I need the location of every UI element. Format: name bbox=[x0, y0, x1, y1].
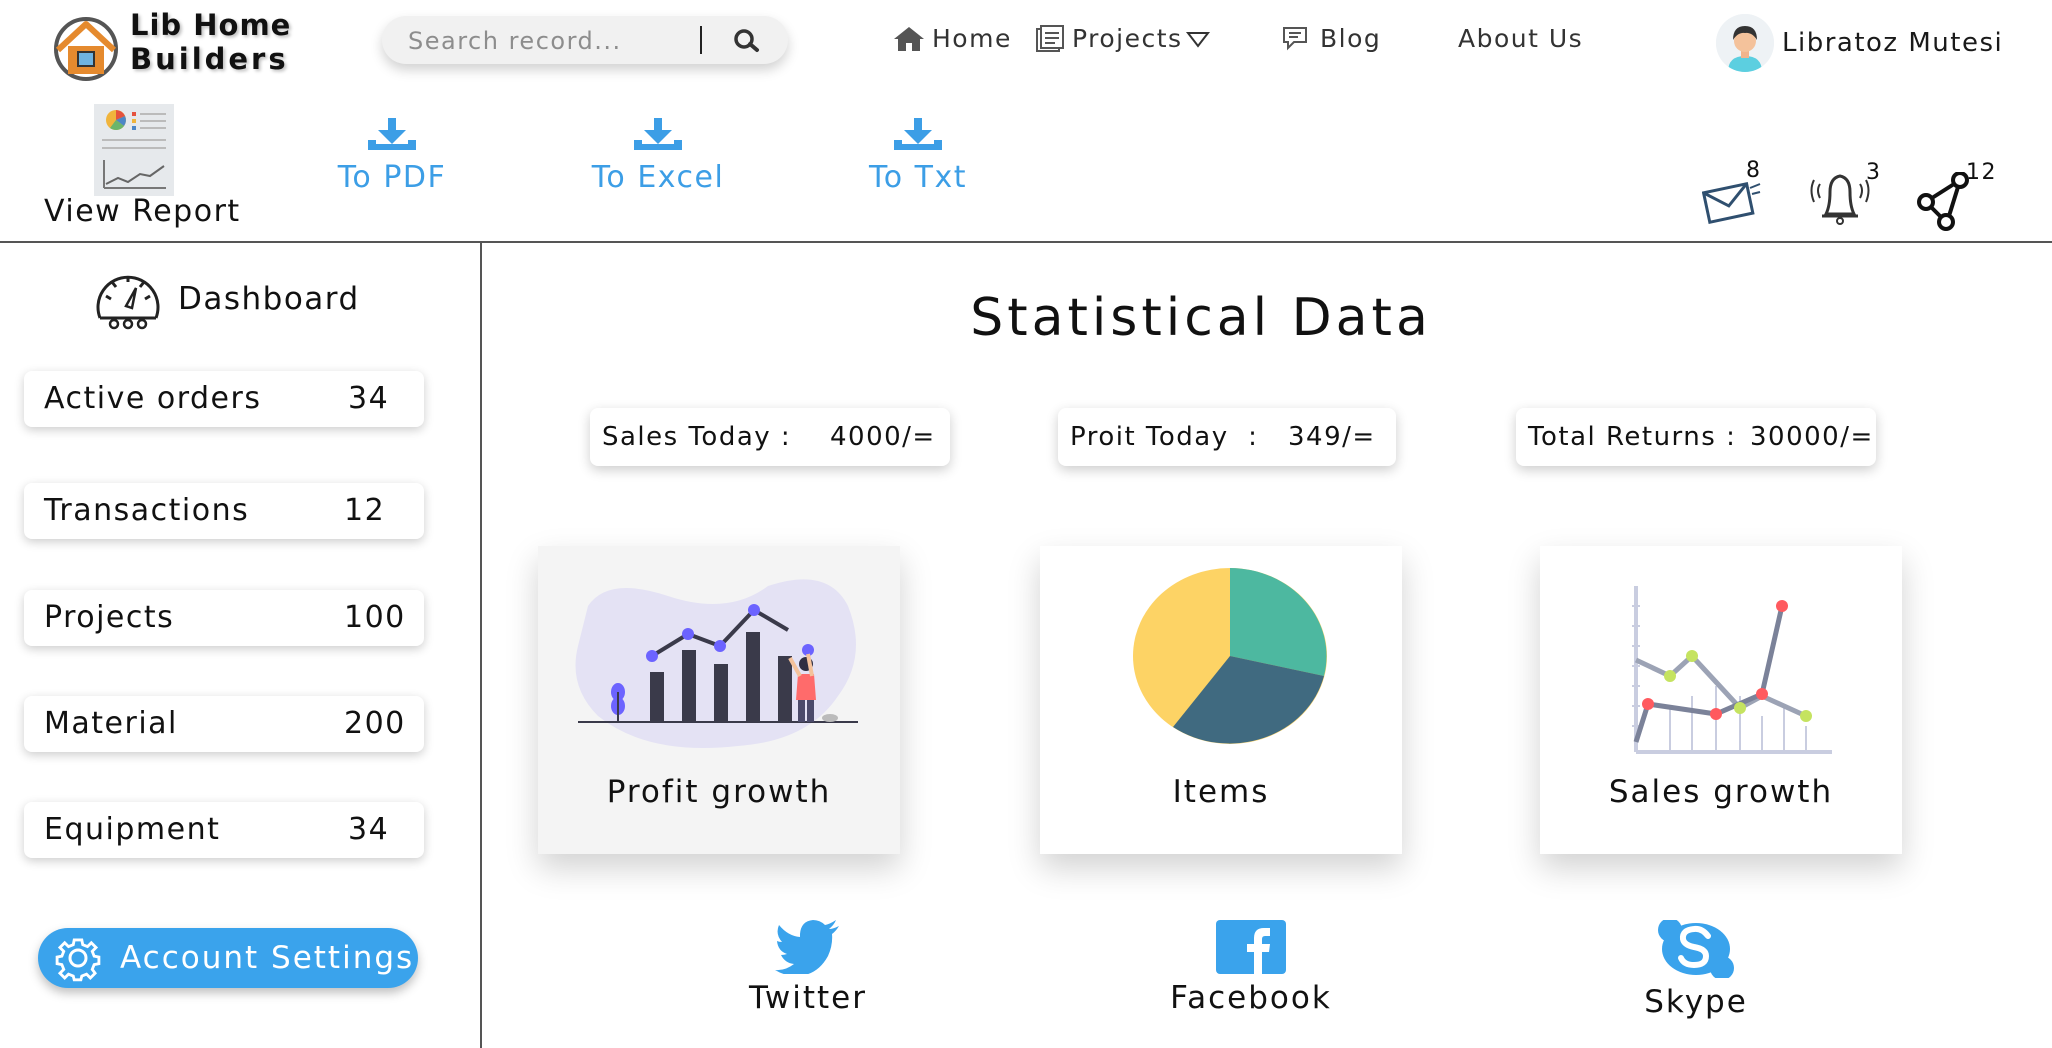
clipboard-icon bbox=[1036, 24, 1064, 52]
account-settings-label: Account Settings bbox=[120, 940, 415, 976]
brand-name-line1: Lib Home bbox=[130, 8, 292, 42]
line-chart-icon bbox=[1632, 586, 1832, 754]
stat-sales-today: Sales Today : 4000/= bbox=[590, 408, 950, 466]
search-button[interactable] bbox=[716, 24, 776, 56]
download-icon bbox=[634, 118, 682, 150]
user-name: Libratoz Mutesi bbox=[1782, 28, 2004, 58]
sidebar-item-transactions[interactable]: Transactions 12 bbox=[24, 483, 424, 539]
bell-count-badge: 3 bbox=[1866, 160, 1882, 185]
stat-value: 349/= bbox=[1288, 422, 1376, 452]
nav-about-label: About Us bbox=[1458, 24, 1584, 53]
mail-count-badge: 8 bbox=[1746, 158, 1762, 183]
speedometer-icon bbox=[96, 275, 160, 330]
sidebar-item-equipment[interactable]: Equipment 34 bbox=[24, 802, 424, 858]
export-txt-label: To Txt bbox=[869, 160, 967, 195]
export-excel-button[interactable]: To Excel bbox=[584, 118, 732, 195]
nav-projects-dropdown[interactable]: Projects bbox=[1034, 24, 1217, 53]
nav-about-link[interactable]: About Us bbox=[1458, 24, 1583, 53]
bell-icon bbox=[1810, 174, 1870, 225]
profit-growth-card[interactable]: Profit growth bbox=[538, 546, 900, 854]
chat-icon bbox=[1283, 26, 1307, 50]
sidebar-item-label: Material bbox=[44, 706, 178, 741]
user-avatar-icon bbox=[1716, 14, 1774, 72]
mail-notification-button[interactable]: 8 bbox=[1702, 158, 1762, 224]
facebook-label: Facebook bbox=[1170, 980, 1332, 1016]
sidebar-item-value: 100 bbox=[344, 600, 406, 635]
search-divider bbox=[700, 26, 702, 54]
report-icon bbox=[94, 104, 174, 196]
sales-growth-card[interactable]: Sales growth bbox=[1540, 546, 1902, 854]
sidebar-item-value: 200 bbox=[344, 706, 406, 741]
skype-icon bbox=[1658, 920, 1734, 978]
twitter-label: Twitter bbox=[749, 980, 867, 1016]
twitter-icon bbox=[775, 920, 839, 974]
view-report-label: View Report bbox=[44, 194, 241, 229]
export-excel-label: To Excel bbox=[591, 160, 725, 195]
twitter-link[interactable]: Twitter bbox=[740, 920, 876, 1016]
stat-total-returns: Total Returns : 30000/= bbox=[1516, 408, 1876, 466]
nav-projects-label: Projects bbox=[1072, 24, 1183, 53]
header-divider bbox=[0, 241, 2052, 243]
search-bar bbox=[382, 16, 788, 64]
stat-label: Total Returns : bbox=[1528, 422, 1737, 452]
skype-label: Skype bbox=[1644, 984, 1748, 1020]
view-report-button[interactable]: View Report bbox=[42, 104, 252, 234]
sidebar-item-label: Equipment bbox=[44, 812, 221, 847]
home-icon bbox=[894, 26, 924, 51]
house-logo-icon[interactable] bbox=[48, 12, 124, 82]
dashboard-heading[interactable]: Dashboard bbox=[92, 268, 360, 330]
sidebar-item-value: 34 bbox=[348, 812, 390, 847]
page-title: Statistical Data bbox=[970, 288, 1432, 348]
share-notification-button[interactable]: 12 bbox=[1916, 160, 1998, 232]
export-pdf-button[interactable]: To PDF bbox=[336, 118, 448, 195]
pie-chart-icon bbox=[1133, 568, 1327, 744]
facebook-icon bbox=[1216, 920, 1286, 974]
facebook-link[interactable]: Facebook bbox=[1166, 920, 1336, 1016]
nav-home-label: Home bbox=[932, 24, 1012, 53]
stat-profit-today: Proit Today : 349/= bbox=[1058, 408, 1396, 466]
items-card[interactable]: Items bbox=[1040, 546, 1402, 854]
nav-home-link[interactable]: Home bbox=[892, 24, 1012, 53]
stat-value: 4000/= bbox=[830, 422, 936, 452]
skype-link[interactable]: Skype bbox=[1636, 920, 1756, 1020]
export-pdf-label: To PDF bbox=[337, 160, 447, 195]
sidebar-item-label: Transactions bbox=[44, 493, 250, 528]
search-icon bbox=[734, 29, 759, 52]
profit-growth-illustration bbox=[575, 579, 858, 748]
gear-icon bbox=[55, 938, 101, 982]
sidebar-divider bbox=[480, 243, 482, 1048]
stat-label: Proit Today : bbox=[1070, 422, 1259, 452]
stat-value: 30000/= bbox=[1750, 422, 1874, 452]
sidebar-item-value: 34 bbox=[348, 381, 390, 416]
avatar bbox=[1716, 14, 1774, 72]
chevron-down-icon bbox=[1185, 31, 1210, 48]
sidebar-item-projects[interactable]: Projects 100 bbox=[24, 590, 424, 646]
sidebar-item-active-orders[interactable]: Active orders 34 bbox=[24, 371, 424, 427]
user-profile[interactable]: Libratoz Mutesi bbox=[1716, 14, 2003, 72]
sidebar-item-label: Active orders bbox=[44, 381, 262, 416]
nav-blog-label: Blog bbox=[1320, 24, 1382, 53]
dashboard-label: Dashboard bbox=[178, 281, 360, 317]
brand-name-line2: Builders bbox=[130, 42, 289, 76]
sidebar-item-value: 12 bbox=[344, 493, 386, 528]
bell-notification-button[interactable]: 3 bbox=[1810, 160, 1880, 226]
search-input[interactable] bbox=[408, 26, 670, 56]
stat-label: Sales Today : bbox=[602, 422, 792, 452]
card-label: Sales growth bbox=[1608, 774, 1834, 810]
account-settings-button[interactable]: Account Settings bbox=[38, 928, 418, 988]
nav-blog-link[interactable]: Blog bbox=[1280, 24, 1381, 53]
share-count-badge: 12 bbox=[1966, 160, 1997, 185]
download-icon bbox=[894, 118, 942, 150]
download-icon bbox=[368, 118, 416, 150]
card-label: Items bbox=[1172, 774, 1270, 810]
card-label: Profit growth bbox=[606, 774, 832, 810]
sidebar-item-label: Projects bbox=[44, 600, 175, 635]
export-txt-button[interactable]: To Txt bbox=[864, 118, 972, 195]
sidebar-item-material[interactable]: Material 200 bbox=[24, 696, 424, 752]
